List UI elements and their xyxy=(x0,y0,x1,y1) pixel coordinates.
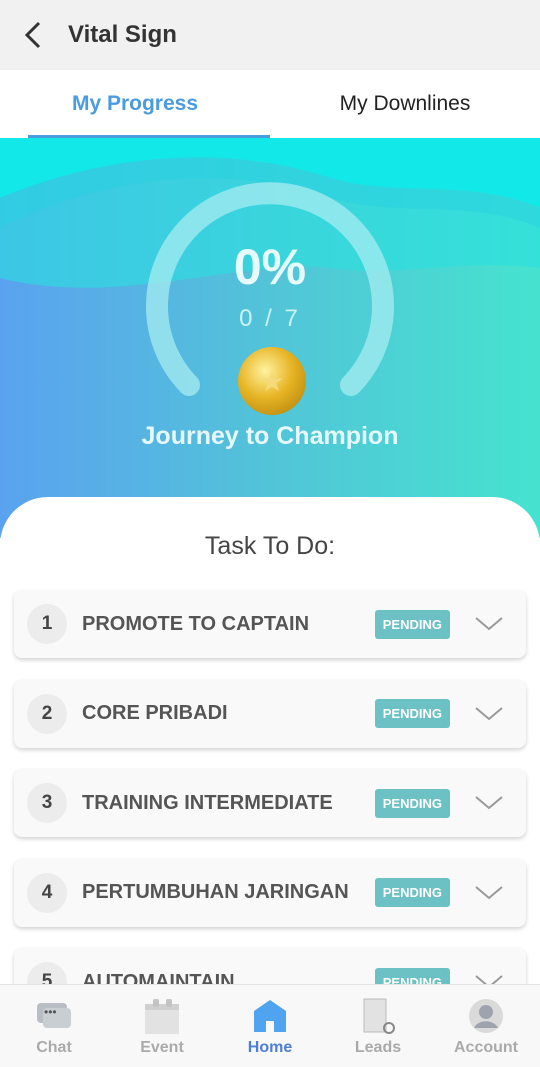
task-section-title: Task To Do: xyxy=(204,532,336,560)
progress-count: 0 / 7 xyxy=(239,305,301,332)
tab-bar: My Progress My Downlines xyxy=(0,70,540,138)
chevron-down-icon[interactable] xyxy=(474,704,504,724)
back-button[interactable] xyxy=(0,0,68,70)
task-name: PERTUMBUHAN JARINGAN xyxy=(82,881,349,903)
task-card[interactable]: 1 PROMOTE TO CAPTAIN PENDING xyxy=(14,590,526,658)
task-number: 2 xyxy=(27,693,67,734)
progress-percent: 0% xyxy=(233,239,307,295)
status-badge: PENDING xyxy=(374,609,450,639)
task-number: 1 xyxy=(27,604,67,644)
nav-chat[interactable]: ••• Chat xyxy=(0,985,108,1067)
calendar-icon xyxy=(145,999,179,1034)
status-badge: PENDING xyxy=(374,878,450,907)
svg-text:•••: ••• xyxy=(44,1005,57,1019)
status-badge: PENDING xyxy=(374,699,450,728)
task-card[interactable]: 2 CORE PRIBADI PENDING xyxy=(14,679,526,748)
task-number: 4 xyxy=(27,872,67,913)
chevron-down-icon[interactable] xyxy=(474,793,504,813)
status-badge: PENDING xyxy=(374,788,450,818)
notebook-icon xyxy=(363,998,395,1034)
chevron-down-icon[interactable] xyxy=(474,883,504,903)
nav-event[interactable]: Event xyxy=(108,985,216,1067)
chevron-down-icon[interactable] xyxy=(474,614,504,634)
task-name: PROMOTE TO CAPTAIN xyxy=(82,612,310,635)
tab-my-progress[interactable]: My Progress xyxy=(0,70,270,138)
task-number: 3 xyxy=(27,783,67,823)
page-title: Vital Sign xyxy=(68,21,177,48)
task-card[interactable]: 4 PERTUMBUHAN JARINGAN PENDING xyxy=(14,858,526,927)
gold-medal-icon: ★ xyxy=(238,347,306,415)
chevron-left-icon xyxy=(24,21,41,49)
task-name: CORE PRIBADI xyxy=(82,702,228,724)
nav-leads[interactable]: Leads xyxy=(324,985,432,1067)
account-icon xyxy=(469,999,503,1033)
home-icon xyxy=(254,1000,286,1032)
chat-icon: ••• xyxy=(37,1003,71,1028)
wave-background xyxy=(0,138,540,396)
task-card[interactable]: 3 TRAINING INTERMEDIATE PENDING xyxy=(14,769,526,837)
journey-title: Journey to Champion xyxy=(141,422,399,450)
bottom-nav: ••• Chat Event Home Leads Account xyxy=(0,984,540,1067)
progress-hero xyxy=(0,138,540,538)
nav-account[interactable]: Account xyxy=(432,985,540,1067)
tab-my-downlines[interactable]: My Downlines xyxy=(270,70,540,138)
app-header: Vital Sign xyxy=(0,0,540,70)
task-name: TRAINING INTERMEDIATE xyxy=(82,791,333,814)
nav-home[interactable]: Home xyxy=(216,985,324,1067)
